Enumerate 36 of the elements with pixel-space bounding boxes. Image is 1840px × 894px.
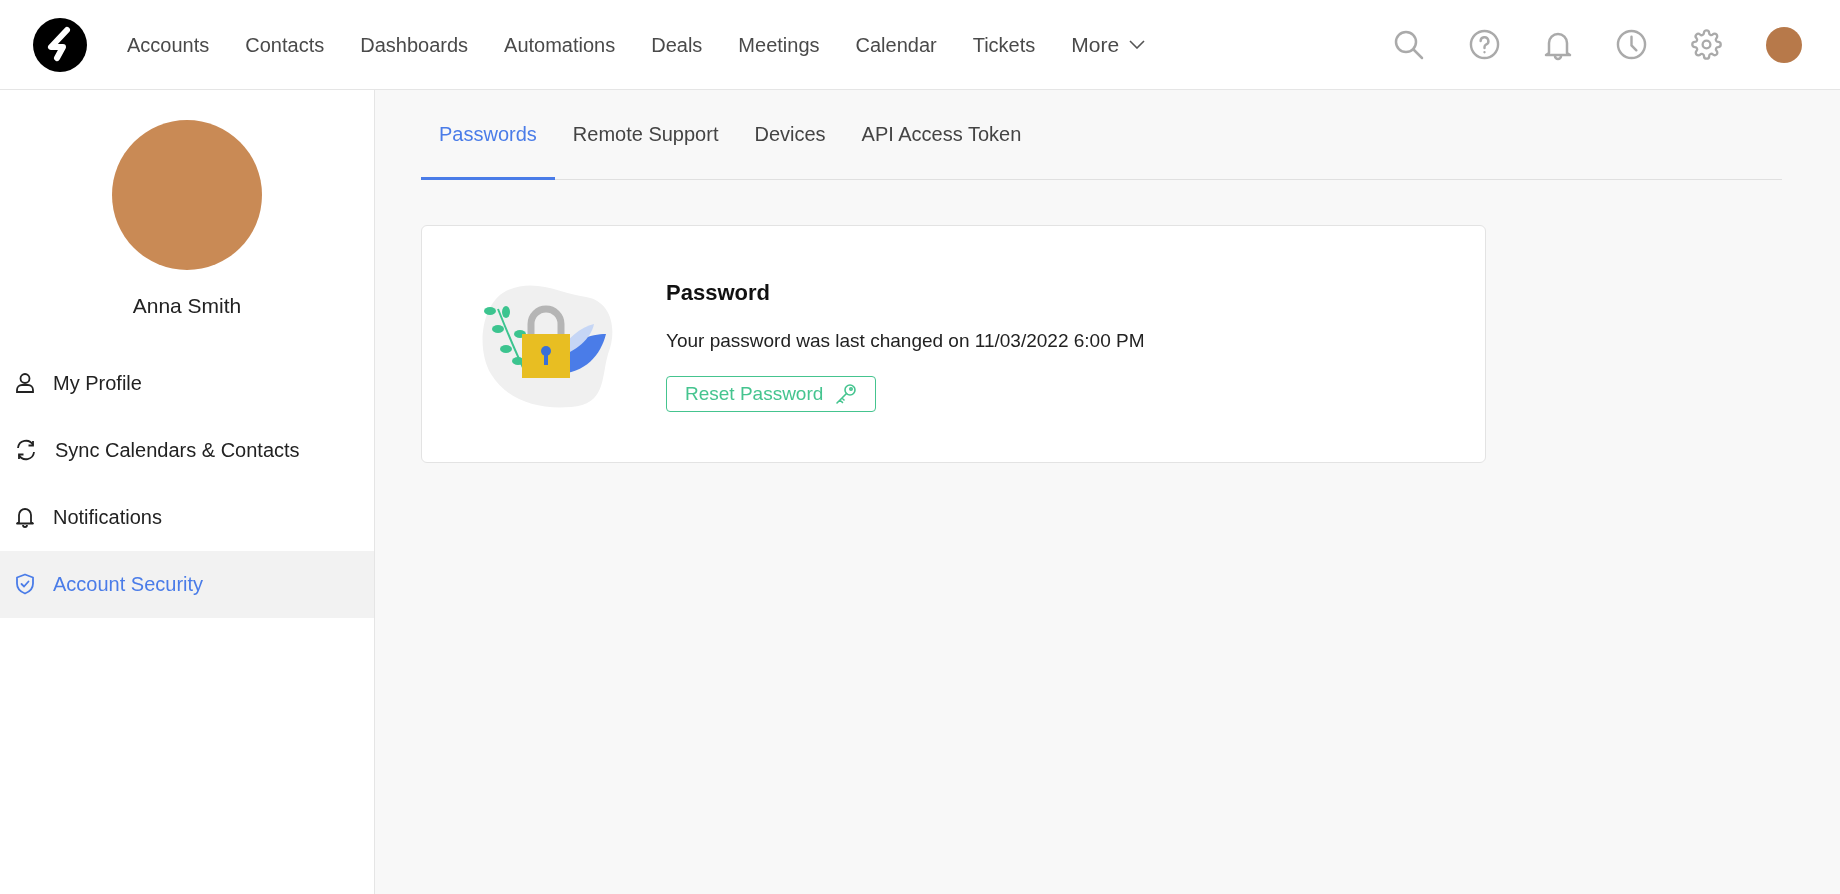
tab[interactable]: API Access Token (843, 90, 1040, 180)
nav-link[interactable]: Contacts (245, 29, 325, 60)
tab[interactable]: Devices (736, 90, 844, 180)
sidebar-item[interactable]: Notifications (0, 483, 374, 551)
search-icon[interactable] (1393, 28, 1425, 61)
shield-check-icon (15, 573, 35, 595)
help-icon[interactable] (1469, 29, 1500, 60)
more-menu[interactable]: More (1071, 28, 1146, 61)
clock-icon[interactable] (1616, 29, 1647, 60)
settings-icon[interactable] (1691, 29, 1722, 60)
key-icon (835, 382, 858, 405)
avatar[interactable] (1766, 26, 1802, 63)
tab[interactable]: Remote Support (554, 90, 737, 180)
nav-link[interactable]: Dashboards (360, 29, 469, 60)
password-changed-message: Your password was last changed on 11/03/2022 6:00 PM (666, 329, 1145, 354)
chevron-down-icon (1129, 40, 1146, 49)
sidebar-item-label: My Profile (53, 371, 142, 396)
sidebar-item[interactable]: Account Security (0, 550, 374, 618)
tab[interactable]: Passwords (421, 90, 555, 180)
sidebar-item-label: Sync Calendars & Contacts (55, 438, 300, 463)
card-title: Password (666, 279, 771, 308)
nav-link[interactable]: Accounts (127, 29, 210, 60)
sync-icon (15, 439, 37, 461)
logo-icon[interactable] (33, 17, 87, 72)
user-name: Anna Smith (132, 293, 242, 319)
nav-link[interactable]: Meetings (738, 29, 820, 60)
bell-icon (15, 506, 35, 528)
nav-link[interactable]: Automations (504, 29, 616, 60)
sidebar-item[interactable]: Sync Calendars & Contacts (0, 416, 374, 484)
sidebar-item[interactable]: My Profile (0, 349, 374, 417)
nav-link[interactable]: Deals (651, 29, 703, 60)
sidebar-item-label: Notifications (53, 505, 162, 530)
nav-link[interactable]: Calendar (855, 29, 937, 60)
user-icon (15, 372, 35, 394)
sidebar-item-label: Account Security (53, 572, 204, 597)
nav-link[interactable]: Tickets (972, 29, 1036, 60)
